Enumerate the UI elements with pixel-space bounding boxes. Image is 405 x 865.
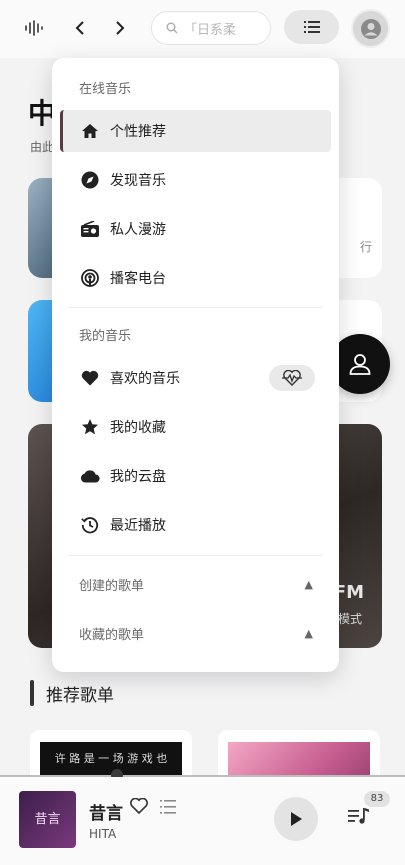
menu-item-cloud-drive[interactable]: 我的云盘 — [60, 455, 331, 497]
heartbeat-icon — [282, 370, 302, 386]
forward-icon[interactable] — [106, 14, 134, 42]
menu-toggle-button[interactable] — [284, 10, 339, 44]
fm-mode-label: 模式 — [337, 612, 362, 626]
home-icon — [80, 121, 100, 141]
menu-item-label: 最近播放 — [110, 518, 166, 534]
queue-count-badge: 83 — [364, 791, 390, 807]
card-text: 行 — [359, 240, 372, 254]
section-my-music: 我的音乐 — [79, 329, 132, 344]
section-marker — [30, 680, 34, 706]
navigation-dropdown: 在线音乐 个性推荐 发现音乐 私人漫游 播客电台 我的音乐 喜欢的音乐 我的收藏… — [52, 58, 339, 672]
heart-icon — [80, 368, 100, 388]
radio-icon — [80, 219, 100, 239]
menu-item-private-roam[interactable]: 私人漫游 — [60, 208, 331, 250]
user-icon — [349, 354, 371, 375]
menu-item-label: 我的收藏 — [110, 420, 166, 436]
page-subtitle: 由此 — [30, 140, 55, 154]
cloud-icon — [80, 466, 100, 486]
menu-item-label: 发现音乐 — [110, 173, 166, 189]
menu-divider — [68, 307, 323, 308]
song-artist[interactable]: HITA — [89, 827, 116, 841]
menu-item-label: 我的云盘 — [110, 469, 166, 485]
menu-item-label: 喜欢的音乐 — [110, 371, 180, 387]
section-title: 推荐歌单 — [46, 685, 114, 706]
menu-divider — [68, 555, 323, 556]
play-icon — [291, 812, 302, 826]
player-bar: 昔言 昔言 HITA 83 — [0, 777, 405, 865]
menu-collected-playlists[interactable]: 收藏的歌单 ▲ — [60, 612, 331, 654]
play-button[interactable] — [274, 797, 318, 841]
search-placeholder: 「日系柔 — [184, 22, 237, 38]
history-icon — [80, 515, 100, 535]
list-icon — [303, 21, 320, 33]
menu-created-playlists[interactable]: 创建的歌单 ▲ — [60, 563, 331, 605]
search-icon — [166, 22, 178, 34]
user-icon — [360, 18, 381, 39]
menu-item-label: 个性推荐 — [110, 124, 166, 140]
section-online-music: 在线音乐 — [79, 82, 132, 97]
user-avatar[interactable] — [351, 9, 390, 48]
disc-icon — [80, 170, 100, 190]
chevron-up-icon[interactable]: ▲ — [305, 627, 313, 640]
menu-item-discover[interactable]: 发现音乐 — [60, 159, 331, 201]
play-queue-icon[interactable] — [348, 807, 370, 829]
album-cover[interactable]: 昔言 — [19, 791, 76, 848]
star-icon — [80, 417, 100, 437]
recommended-playlists-header: 推荐歌单 — [30, 680, 114, 706]
menu-item-my-collection[interactable]: 我的收藏 — [60, 406, 331, 448]
podcast-icon — [80, 268, 100, 288]
profile-float-button[interactable] — [330, 334, 390, 394]
search-input[interactable]: 「日系柔 — [151, 11, 271, 45]
menu-item-liked-music[interactable]: 喜欢的音乐 — [60, 357, 331, 399]
section-label: 收藏的歌单 — [79, 627, 145, 643]
like-heart-icon[interactable] — [130, 797, 148, 818]
add-to-playlist-icon[interactable] — [160, 799, 176, 818]
menu-item-recent-play[interactable]: 最近播放 — [60, 504, 331, 546]
menu-item-label: 私人漫游 — [110, 222, 166, 238]
back-icon[interactable] — [66, 14, 94, 42]
menu-item-personal-recommend[interactable]: 个性推荐 — [60, 110, 331, 152]
chevron-up-icon[interactable]: ▲ — [305, 578, 313, 591]
section-label: 创建的歌单 — [79, 578, 145, 594]
menu-item-label: 播客电台 — [110, 271, 166, 287]
top-bar: 「日系柔 — [0, 0, 405, 58]
song-title: 昔言 — [89, 804, 123, 824]
waveform-icon[interactable] — [20, 14, 48, 42]
heartbeat-mode-button[interactable] — [269, 365, 315, 391]
menu-item-podcast[interactable]: 播客电台 — [60, 257, 331, 299]
